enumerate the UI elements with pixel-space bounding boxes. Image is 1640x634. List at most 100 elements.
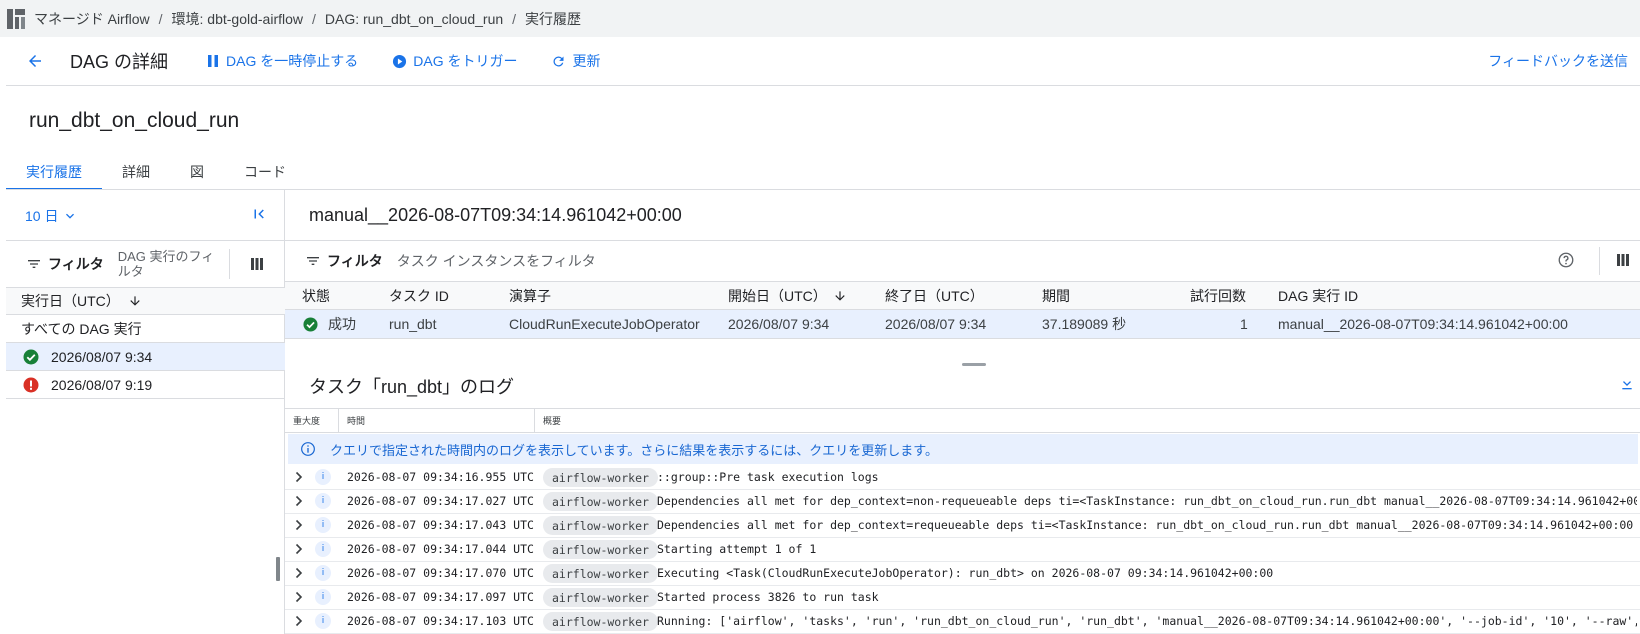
run-date-column-header[interactable]: 実行日（UTC） <box>6 287 285 315</box>
breadcrumb-item-dag[interactable]: DAG: run_dbt_on_cloud_run <box>325 11 503 27</box>
column-header-status[interactable]: 状態 <box>302 282 330 309</box>
log-summary: Running: ['airflow', 'tasks', 'run', 'ru… <box>657 614 1637 628</box>
log-timestamp: 2026-08-07 09:34:17.097 UTC <box>347 590 534 604</box>
breadcrumb-separator: / <box>158 10 163 27</box>
tab-run-history[interactable]: 実行履歴 <box>6 156 102 190</box>
chevron-right-icon[interactable] <box>294 495 304 510</box>
info-severity-icon: i <box>315 493 331 509</box>
dag-run-item[interactable]: 2026/08/07 9:19 <box>6 371 285 399</box>
tab-graph[interactable]: 図 <box>170 156 224 190</box>
column-header-duration[interactable]: 期間 <box>1042 282 1070 309</box>
dag-run-id-cell: manual__2026-08-07T09:34:14.961042+00:00 <box>1278 316 1568 332</box>
log-entry-row[interactable]: i 2026-08-07 09:34:17.097 UTC airflow-work… <box>285 585 1640 610</box>
log-entry-row[interactable]: i 2026-08-07 09:34:17.070 UTC airflow-work… <box>285 561 1640 586</box>
refresh-button[interactable]: 更新 <box>551 51 600 71</box>
log-source-chip[interactable]: airflow-worker <box>543 564 658 583</box>
collapse-logs-button[interactable] <box>1619 376 1635 395</box>
task-instance-filter[interactable]: フィルタ タスク インスタンスをフィルタ <box>285 241 1640 281</box>
log-summary: Executing <Task(CloudRunExecuteJobOperat… <box>657 566 1274 580</box>
view-column-icon[interactable] <box>1616 253 1630 267</box>
log-entry-row[interactable]: i 2026-08-07 09:34:16.955 UTC airflow-work… <box>285 465 1640 490</box>
start-date-header-label: 開始日（UTC） <box>728 287 827 304</box>
dag-run-item[interactable]: 2026/08/07 9:34 <box>6 343 285 371</box>
table-row[interactable]: 成功 run_dbt CloudRunExecuteJobOperator 20… <box>285 310 1640 339</box>
expand-more-icon <box>1622 381 1632 390</box>
chevron-right-icon[interactable] <box>294 519 304 534</box>
log-source-chip[interactable]: airflow-worker <box>543 516 658 535</box>
log-timestamp: 2026-08-07 09:34:17.027 UTC <box>347 494 534 508</box>
end-date-cell: 2026/08/07 9:34 <box>885 316 987 332</box>
time-range-dropdown[interactable]: 10 日 <box>25 206 78 226</box>
log-source-chip[interactable]: airflow-worker <box>543 612 658 631</box>
chevron-right-icon[interactable] <box>294 543 304 558</box>
chevron-right-icon[interactable] <box>294 591 304 606</box>
log-summary: Started process 3826 to run task <box>657 590 879 604</box>
first-page-icon <box>254 209 264 219</box>
selected-run-id: manual__2026-08-07T09:34:14.961042+00:00 <box>309 205 682 225</box>
info-severity-icon: i <box>315 613 331 629</box>
log-timestamp: 2026-08-07 09:34:16.955 UTC <box>347 470 534 484</box>
log-entry-row[interactable]: i 2026-08-07 09:34:17.044 UTC airflow-work… <box>285 537 1640 562</box>
log-source-chip[interactable]: airflow-worker <box>543 588 658 607</box>
tab-details[interactable]: 詳細 <box>102 156 170 190</box>
tries-cell: 1 <box>1240 316 1248 332</box>
log-column-severity[interactable]: 重大度 <box>285 409 339 432</box>
column-header-end-date[interactable]: 終了日（UTC） <box>885 282 984 309</box>
task-table-header: 状態 タスク ID 演算子 開始日（UTC） 終了日（UTC） 期間 試行回数 … <box>285 281 1640 310</box>
page-title: DAG の詳細 <box>70 52 169 72</box>
dag-run-filter[interactable]: フィルタ DAG 実行のフィルタ <box>6 241 285 287</box>
chevron-right-icon[interactable] <box>294 567 304 582</box>
log-column-time[interactable]: 時間 <box>339 409 535 432</box>
logs-title: タスク「run_dbt」のログ <box>309 377 515 397</box>
view-column-icon[interactable] <box>250 257 264 271</box>
breadcrumb-item-airflow[interactable]: マネージド Airflow <box>34 9 150 29</box>
breadcrumb-item-environment[interactable]: 環境: dbt-gold-airflow <box>172 9 304 29</box>
page-header: DAG の詳細 DAG を一時停止する DAG をトリガー 更新 フィードバック… <box>6 37 1640 86</box>
column-header-dag-run-id[interactable]: DAG 実行 ID <box>1278 282 1358 309</box>
column-header-tries[interactable]: 試行回数 <box>1190 282 1246 309</box>
collapse-panel-button[interactable] <box>250 205 268 226</box>
play-circle-icon <box>393 54 407 68</box>
column-header-task-id[interactable]: タスク ID <box>389 282 449 309</box>
log-source-chip[interactable]: airflow-worker <box>543 540 658 559</box>
filter-list-icon <box>307 257 319 265</box>
refresh-label: 更新 <box>572 53 601 69</box>
pause-dag-label: DAG を一時停止する <box>226 53 359 69</box>
column-header-operator[interactable]: 演算子 <box>509 282 551 309</box>
task-instance-filter-input[interactable]: タスク インスタンスをフィルタ <box>397 251 596 271</box>
chevron-down-icon <box>66 213 75 219</box>
chevron-right-icon[interactable] <box>294 615 304 630</box>
chevron-right-icon[interactable] <box>294 471 304 486</box>
filter-label: フィルタ <box>48 256 104 272</box>
log-entry-row[interactable]: i 2026-08-07 09:34:17.027 UTC airflow-work… <box>285 489 1640 514</box>
info-severity-icon: i <box>315 517 331 533</box>
run-date-header-label: 実行日（UTC） <box>21 293 120 309</box>
column-header-start-date[interactable]: 開始日（UTC） <box>728 282 847 309</box>
info-outline-icon <box>301 442 315 456</box>
all-dag-runs-item[interactable]: すべての DAG 実行 <box>6 315 285 343</box>
log-column-summary[interactable]: 概要 <box>535 409 595 432</box>
send-feedback-link[interactable]: フィードバックを送信 <box>1488 51 1628 71</box>
pause-icon <box>208 55 219 67</box>
filter-list-icon <box>28 260 40 268</box>
dag-run-filter-input[interactable]: DAG 実行のフィルタ <box>118 249 230 279</box>
back-button[interactable] <box>24 50 46 72</box>
info-severity-icon: i <box>315 469 331 485</box>
task-id-cell: run_dbt <box>389 316 437 332</box>
refresh-icon <box>553 55 564 66</box>
trigger-dag-button[interactable]: DAG をトリガー <box>392 51 517 71</box>
status-cell: 成功 <box>303 310 356 338</box>
pane-resize-handle[interactable] <box>962 363 986 366</box>
log-entry-row[interactable]: i 2026-08-07 09:34:17.103 UTC airflow-work… <box>285 609 1640 634</box>
log-timestamp: 2026-08-07 09:34:17.070 UTC <box>347 566 534 580</box>
error-icon <box>23 377 39 393</box>
tab-code[interactable]: コード <box>224 156 306 190</box>
pause-dag-button[interactable]: DAG を一時停止する <box>206 51 358 71</box>
dag-runs-panel: 10 日 フィルタ DAG 実行のフィルタ 実行日（UTC） すべての DAG … <box>6 190 285 634</box>
log-source-chip[interactable]: airflow-worker <box>543 492 658 511</box>
help-outline-icon[interactable] <box>1557 251 1575 269</box>
log-summary: Starting attempt 1 of 1 <box>657 542 817 556</box>
log-entry-row[interactable]: i 2026-08-07 09:34:17.043 UTC airflow-work… <box>285 513 1640 538</box>
panel-resize-handle[interactable] <box>276 557 280 581</box>
log-source-chip[interactable]: airflow-worker <box>543 468 658 487</box>
